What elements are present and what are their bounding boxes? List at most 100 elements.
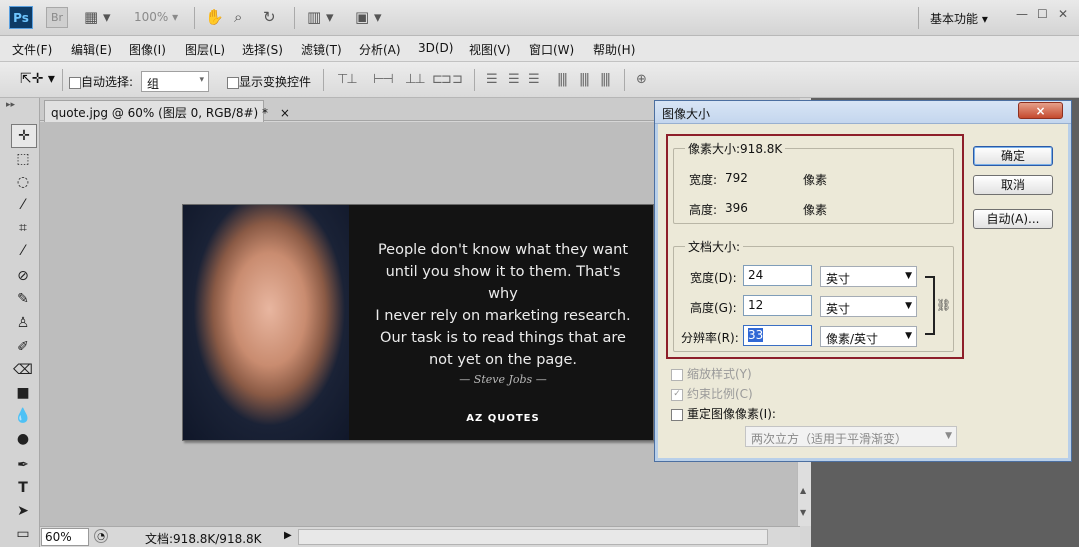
quote-line: Our task is to read things that are xyxy=(380,330,626,346)
menu-bar: 文件(F) 编辑(E) 图像(I) 图层(L) 选择(S) 滤镜(T) 分析(A… xyxy=(0,36,1079,62)
doc-height-unit-select[interactable]: 英寸 ▼ xyxy=(820,296,917,317)
chevron-down-icon: ▼ xyxy=(905,331,912,341)
crop-tool-icon[interactable]: ⌗ xyxy=(11,217,35,239)
quote-line: not yet on the page. xyxy=(428,352,578,368)
blur-tool-icon[interactable]: 💧 xyxy=(11,405,35,427)
distribute-left-icon[interactable]: ‖‖ xyxy=(557,72,568,87)
pen-tool-icon[interactable]: ✒ xyxy=(11,454,35,476)
gradient-tool-icon[interactable]: ■ xyxy=(11,382,35,404)
constrain-proportions-checkbox[interactable]: ✓ 约束比例(C) xyxy=(671,385,753,402)
menu-analysis[interactable]: 分析(A) xyxy=(359,41,401,58)
healing-brush-icon[interactable]: ⊘ xyxy=(11,265,35,287)
shape-tool-icon[interactable]: ▭ xyxy=(11,523,35,545)
doc-height-label: 高度(G): xyxy=(690,301,737,315)
clone-stamp-icon[interactable]: ♙ xyxy=(11,312,35,334)
brush-tool-icon[interactable]: ✎ xyxy=(11,288,35,310)
ok-button[interactable]: 确定 xyxy=(973,146,1053,166)
marquee-tool-icon[interactable]: ⬚ xyxy=(11,148,35,170)
history-brush-icon[interactable]: ✐ xyxy=(11,336,35,358)
maximize-icon[interactable]: ☐ xyxy=(1037,7,1048,21)
close-icon[interactable]: ✕ xyxy=(1058,7,1068,21)
magic-wand-icon[interactable]: ⁄ xyxy=(11,194,35,216)
horizontal-scrollbar[interactable] xyxy=(298,529,768,545)
scroll-down-icon[interactable]: ▼ xyxy=(800,508,806,517)
lasso-tool-icon[interactable]: ◌ xyxy=(11,171,35,193)
separator xyxy=(624,69,625,91)
doc-width-unit-select[interactable]: 英寸 ▼ xyxy=(820,266,917,287)
eraser-icon[interactable]: ⌫ xyxy=(11,359,35,381)
menu-select[interactable]: 选择(S) xyxy=(242,41,283,58)
distribute-hcenter-icon[interactable]: ‖‖ xyxy=(579,72,590,87)
application-bar: Ps Br ▦ ▾ 100% ▾ ✋ ⌕ ↻ ▥ ▾ ▣ ▾ 基本功能 ▾ — … xyxy=(0,0,1079,36)
scroll-up-icon[interactable]: ▲ xyxy=(800,486,806,495)
show-transform-label: 显示变换控件 xyxy=(239,75,312,89)
scale-styles-checkbox[interactable]: 缩放样式(Y) xyxy=(671,365,752,382)
align-bottom-icon[interactable]: ⊥⊥ xyxy=(405,72,426,87)
workspace-switcher[interactable]: 基本功能 ▾ xyxy=(930,10,988,27)
distribute-right-icon[interactable]: ‖‖ xyxy=(600,72,611,87)
document-image[interactable]: People don't know what they want until y… xyxy=(182,204,654,441)
hand-tool-icon[interactable]: ✋ xyxy=(205,8,224,26)
arrange-documents-icon[interactable]: ▥ ▾ xyxy=(307,8,333,26)
resolution-unit-select[interactable]: 像素/英寸 ▼ xyxy=(820,326,917,347)
screen-mode-icon[interactable]: ▣ ▾ xyxy=(355,8,381,26)
resample-checkbox[interactable]: 重定图像像素(I): xyxy=(671,405,776,422)
menu-edit[interactable]: 编辑(E) xyxy=(71,41,112,58)
checkbox-box[interactable] xyxy=(69,76,81,89)
quote-line: People don't know what they want xyxy=(377,242,629,258)
doc-width-field[interactable]: 24 xyxy=(743,265,812,286)
auto-select-checkbox[interactable]: 自动选择: xyxy=(69,73,133,90)
checkbox-box[interactable] xyxy=(227,76,239,89)
status-menu-arrow-icon[interactable]: ▶ xyxy=(284,530,292,541)
auto-button[interactable]: 自动(A)... xyxy=(973,209,1053,229)
document-tab[interactable]: quote.jpg @ 60% (图层 0, RGB/8#) * × xyxy=(44,100,290,122)
move-tool-icon[interactable]: ✛ xyxy=(11,124,37,148)
checkbox-box[interactable] xyxy=(671,368,683,381)
dodge-tool-icon[interactable]: ● xyxy=(11,428,35,450)
resolution-field[interactable]: 33 xyxy=(743,325,812,346)
distribute-top-icon[interactable]: ☰ xyxy=(486,72,498,87)
zoom-field[interactable]: 60% xyxy=(41,528,89,546)
menu-image[interactable]: 图像(I) xyxy=(129,41,166,58)
doc-height-field[interactable]: 12 xyxy=(743,295,812,316)
panel-collapse-icon[interactable]: ▸▸ xyxy=(6,100,15,110)
extras-icon[interactable]: ▦ ▾ xyxy=(84,8,110,26)
auto-select-dropdown[interactable]: 组 ▾ xyxy=(141,71,209,92)
align-right-icon[interactable]: ⊐ xyxy=(452,72,463,87)
menu-layer[interactable]: 图层(L) xyxy=(185,41,225,58)
status-info-icon[interactable]: ◔ xyxy=(94,529,108,543)
menu-file[interactable]: 文件(F) xyxy=(12,41,52,58)
resample-method-select[interactable]: 两次立方（适用于平滑渐变） ▼ xyxy=(745,426,957,447)
checkbox-box[interactable] xyxy=(671,408,683,421)
auto-align-layers-icon[interactable]: ⊕ xyxy=(636,72,647,87)
cancel-button[interactable]: 取消 xyxy=(973,175,1053,195)
align-vcenter-icon[interactable]: ⊢⊣ xyxy=(373,72,394,87)
resolution-label: 分辨率(R): xyxy=(681,331,739,345)
menu-help[interactable]: 帮助(H) xyxy=(593,41,635,58)
quote-brand-logo: AZ QUOTES xyxy=(466,413,540,424)
menu-filter[interactable]: 滤镜(T) xyxy=(301,41,342,58)
zoom-tool-icon[interactable]: ⌕ xyxy=(234,8,242,26)
distribute-bottom-icon[interactable]: ☰ xyxy=(528,72,540,87)
menu-window[interactable]: 窗口(W) xyxy=(529,41,574,58)
align-top-icon[interactable]: ⊤⊥ xyxy=(337,72,358,87)
dialog-title: 图像大小 xyxy=(662,107,711,121)
move-tool-preset-icon[interactable]: ⇱✛ ▾ xyxy=(20,71,55,87)
type-tool-icon[interactable]: T xyxy=(11,477,35,499)
align-left-icon[interactable]: ⊏⊐ xyxy=(432,72,452,87)
bridge-button[interactable]: Br xyxy=(46,7,68,28)
show-transform-checkbox[interactable]: 显示变换控件 xyxy=(227,73,311,90)
rotate-view-icon[interactable]: ↻ xyxy=(263,8,276,26)
eyedropper-icon[interactable]: ⁄ xyxy=(11,240,35,262)
auto-select-label: 自动选择: xyxy=(81,75,134,89)
dialog-close-button[interactable]: × xyxy=(1018,102,1063,119)
constrain-bracket xyxy=(925,276,935,335)
path-selection-icon[interactable]: ➤ xyxy=(11,500,35,522)
menu-3d[interactable]: 3D(D) xyxy=(418,41,453,55)
minimize-icon[interactable]: — xyxy=(1016,7,1028,21)
close-tab-icon[interactable]: × xyxy=(280,106,290,120)
distribute-vcenter-icon[interactable]: ☰ xyxy=(508,72,520,87)
dialog-title-bar[interactable]: 图像大小 xyxy=(655,101,1071,124)
menu-view[interactable]: 视图(V) xyxy=(469,41,511,58)
zoom-select[interactable]: 100% ▾ xyxy=(134,10,178,24)
